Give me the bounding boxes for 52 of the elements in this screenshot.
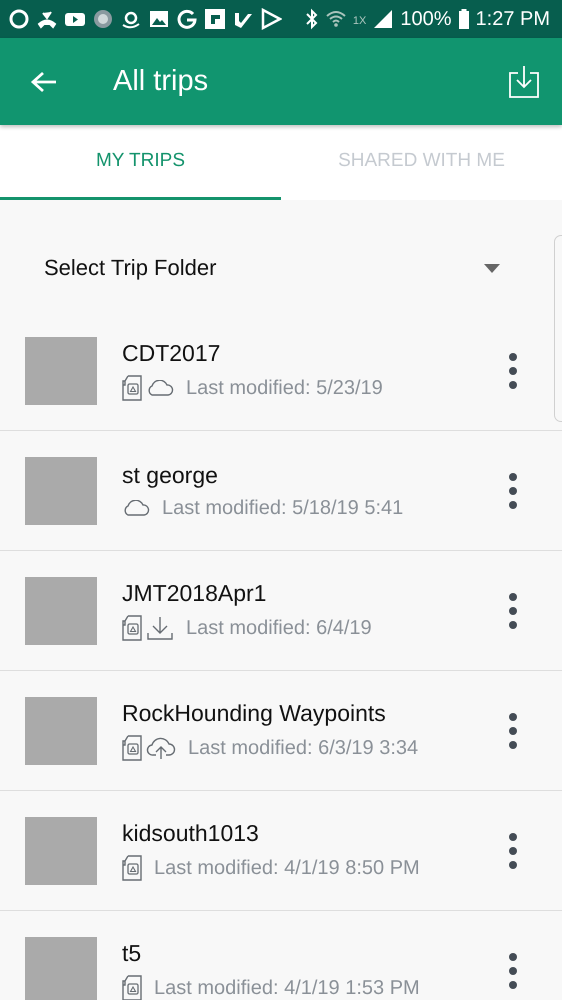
- thumbnail: [25, 696, 97, 764]
- last-modified: Last modified: 5/23/19: [186, 376, 383, 400]
- image-icon: [148, 8, 170, 30]
- battery-percent: 100%: [400, 8, 452, 30]
- trip-name[interactable]: st george: [122, 462, 508, 488]
- wifi-icon: [324, 8, 347, 30]
- play-store-icon: [260, 8, 282, 30]
- more-options-icon[interactable]: [508, 952, 518, 990]
- ring-icon: [8, 8, 30, 30]
- bluetooth-icon: [304, 8, 319, 30]
- last-modified: Last modified: 4/1/19 8:50 PM: [154, 856, 420, 880]
- sd-card-icon: [122, 615, 142, 641]
- more-options-icon[interactable]: [508, 832, 518, 870]
- more-options-icon[interactable]: [508, 352, 518, 390]
- tab[interactable]: MY TRIPS: [0, 125, 281, 200]
- network-type: 1X: [352, 14, 366, 26]
- last-modified: Last modified: 6/3/19 3:34: [188, 736, 418, 760]
- sd-card-icon: [122, 735, 142, 761]
- download-icon: [146, 616, 174, 640]
- sd-card-icon: [122, 975, 142, 1000]
- screen-title: All trips: [113, 65, 210, 98]
- signal-icon: [372, 8, 394, 30]
- sd-card-icon: [122, 375, 142, 401]
- square-tile-icon: [204, 8, 226, 30]
- more-options-icon[interactable]: [508, 472, 518, 510]
- g-icon: [176, 8, 198, 30]
- more-options-icon[interactable]: [508, 592, 518, 630]
- cloud-icon: [122, 500, 150, 516]
- trip-name[interactable]: RockHounding Waypoints: [122, 700, 508, 727]
- trip-name[interactable]: JMT2018Apr1: [122, 580, 508, 607]
- back-arrow-icon[interactable]: [30, 70, 58, 94]
- download-box-icon[interactable]: [508, 64, 540, 98]
- last-modified: Last modified: 4/1/19 1:53 PM: [154, 976, 420, 1000]
- trip-name[interactable]: t5: [122, 940, 508, 967]
- thumbnail: [25, 336, 97, 404]
- trip-name[interactable]: kidsouth1013: [122, 820, 508, 847]
- last-modified: Last modified: 6/4/19: [186, 616, 372, 640]
- dropdown-caret-icon: [484, 264, 500, 272]
- folder-dropdown[interactable]: Select Trip Folder: [0, 200, 562, 311]
- more-options-icon[interactable]: [508, 712, 518, 750]
- sd-card-icon: [122, 855, 142, 881]
- battery-icon: [458, 8, 470, 30]
- cloud-upload-icon: [146, 736, 176, 760]
- cloud-icon: [146, 380, 174, 396]
- thumbnail: [25, 816, 97, 884]
- thumbnail: [25, 576, 97, 644]
- last-modified: Last modified: 5/18/19 5:41: [162, 496, 404, 520]
- thumbnail: [25, 936, 97, 1000]
- trip-name[interactable]: CDT2017: [122, 340, 508, 367]
- clock: 1:27 PM: [476, 8, 550, 30]
- dot-icon: [92, 8, 114, 30]
- thumbnail: [25, 456, 97, 524]
